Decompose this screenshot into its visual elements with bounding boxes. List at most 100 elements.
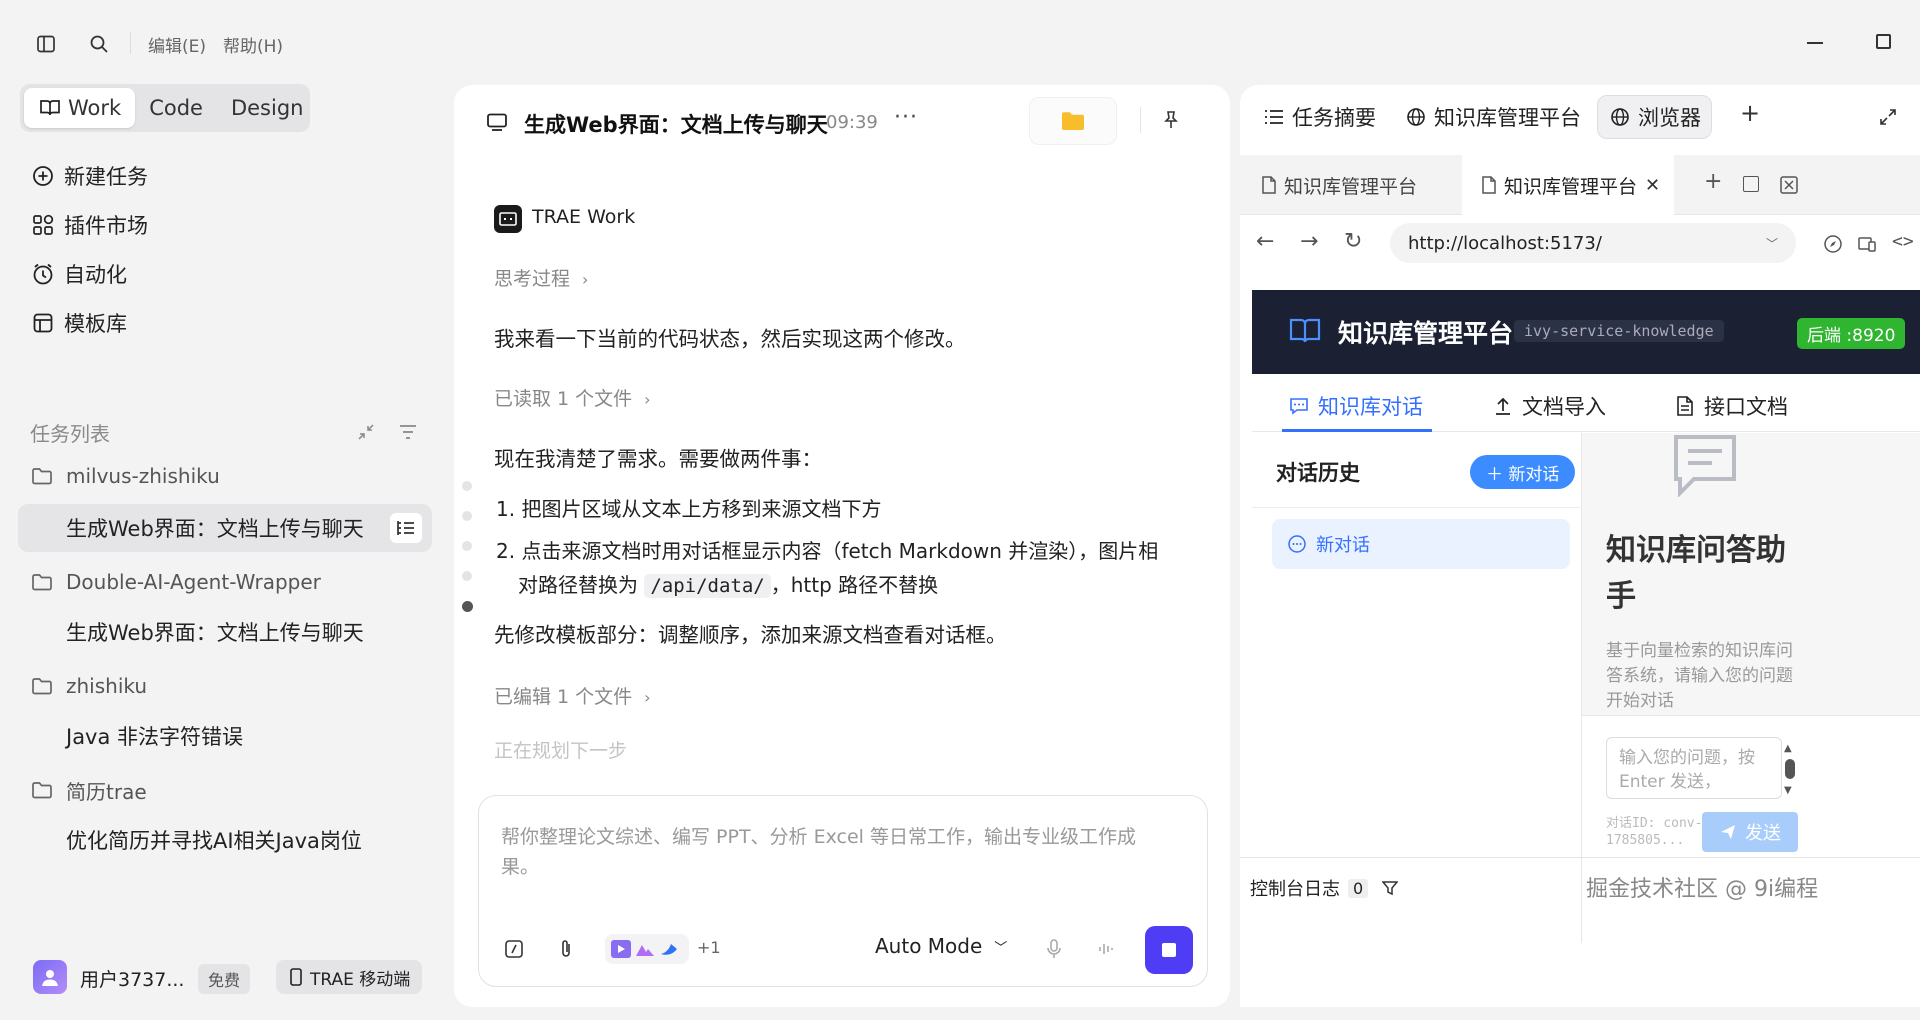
task-folder[interactable]: Double-AI-Agent-Wrapper xyxy=(30,564,321,600)
task-item[interactable]: Java 非法字符错误 xyxy=(66,718,243,754)
close-tab-icon[interactable]: ✕ xyxy=(1645,175,1660,196)
upload-icon xyxy=(1492,395,1514,417)
folder-icon xyxy=(30,570,54,594)
sidebar-toggle-icon[interactable] xyxy=(33,31,59,57)
assistant-title: 知识库问答助 xyxy=(1606,533,1786,568)
scroll-dot[interactable] xyxy=(462,481,472,491)
list-item-continuation: 对路径替换为 /api/data/，http 路径不替换 xyxy=(518,573,939,598)
send-button[interactable]: 发送 xyxy=(1702,812,1798,852)
avatar[interactable] xyxy=(33,960,67,994)
close-window-icon[interactable] xyxy=(1778,174,1800,196)
globe-icon xyxy=(1608,105,1632,129)
devtools-icon[interactable]: <> xyxy=(1892,231,1914,252)
watermark: 掘金技术社区 @ 9i编程 xyxy=(1586,877,1819,902)
scroll-down-icon[interactable]: ▼ xyxy=(1784,785,1792,796)
forward-icon[interactable]: → xyxy=(1300,229,1318,254)
expand-icon[interactable] xyxy=(1876,105,1900,129)
more-icon[interactable]: ··· xyxy=(894,105,918,130)
task-outline-icon[interactable] xyxy=(390,513,422,543)
mobile-app-button[interactable]: TRAE 移动端 xyxy=(276,960,423,994)
task-folder[interactable]: 简历trae xyxy=(30,772,147,808)
voice-wave-icon[interactable] xyxy=(1093,936,1119,962)
nav-automation[interactable]: 自动化 xyxy=(30,254,127,294)
attach-icon[interactable] xyxy=(553,936,579,962)
globe-icon xyxy=(1404,105,1428,129)
task-folder[interactable]: zhishiku xyxy=(30,668,147,704)
minimize-icon[interactable] xyxy=(1807,42,1823,44)
filter-funnel-icon[interactable] xyxy=(1380,878,1400,898)
conversation-item[interactable]: 新对话 xyxy=(1272,519,1570,569)
backend-badge: 后端 :8920 xyxy=(1797,318,1906,349)
read-files-toggle[interactable]: 已读取 1 个文件 › xyxy=(494,383,651,416)
new-browser-tab-icon[interactable]: + xyxy=(1704,169,1722,194)
mode-select[interactable]: Auto Mode ﹀ xyxy=(875,934,1007,958)
folder-open-button[interactable] xyxy=(1029,97,1117,145)
browser-tab[interactable]: 知识库管理平台 xyxy=(1260,155,1417,215)
page-icon xyxy=(1480,175,1498,195)
question-input[interactable]: 输入您的问题，按 Enter 发送， xyxy=(1606,737,1782,799)
menu-help[interactable]: 帮助(H) xyxy=(223,32,283,57)
reload-icon[interactable]: ↻ xyxy=(1344,229,1362,254)
nav-new-task[interactable]: 新建任务 xyxy=(30,156,148,196)
task-item-active[interactable]: 生成Web界面：文档上传与聊天 xyxy=(66,510,364,546)
filter-icon[interactable] xyxy=(396,420,420,444)
mode-design[interactable]: Design xyxy=(217,88,318,128)
inline-code: /api/data/ xyxy=(644,574,771,598)
microphone-icon[interactable] xyxy=(1041,936,1067,962)
search-icon[interactable] xyxy=(86,31,112,57)
pin-icon[interactable] xyxy=(1158,107,1184,133)
task-list-title: 任务列表 xyxy=(30,422,110,446)
scroll-dot[interactable] xyxy=(462,511,472,521)
list-icon xyxy=(1262,105,1286,129)
message-text: 先修改模板部分：调整顺序，添加来源文档查看对话框。 xyxy=(494,623,1007,647)
nav-plugin-market[interactable]: 插件市场 xyxy=(30,205,148,245)
mode-code[interactable]: Code xyxy=(135,88,217,128)
task-item[interactable]: 优化简历并寻找AI相关Java岗位 xyxy=(66,822,362,858)
add-tab-icon[interactable]: + xyxy=(1740,99,1760,127)
console-log-toggle[interactable]: 控制台日志 0 xyxy=(1250,875,1400,901)
app-tab-chat[interactable]: 知识库对话 xyxy=(1288,391,1423,421)
planning-status: 正在规划下一步 xyxy=(494,740,628,762)
plus-circle-icon xyxy=(30,163,56,189)
task-folder[interactable]: milvus-zhishiku xyxy=(30,458,220,494)
chat-input[interactable]: 帮你整理论文综述、编写 PPT、分析 Excel 等日常工作，输出专业级工作成果… xyxy=(501,822,1171,882)
assistant-description: 基于向量检索的知识库问 答系统，请输入您的问题 开始对话 xyxy=(1606,641,1793,711)
scroll-dot-active[interactable] xyxy=(462,601,473,612)
app-tab-import[interactable]: 文档导入 xyxy=(1492,391,1606,421)
user-name[interactable]: 用户3737... xyxy=(80,965,184,992)
mode-work[interactable]: Work xyxy=(24,88,136,128)
phone-icon xyxy=(288,967,304,987)
preview-panel: 任务摘要 知识库管理平台 浏览器 + 知识库管理平台 知识库管理平台 ✕ + ←… xyxy=(1240,85,1920,1007)
thinking-toggle[interactable]: 思考过程 › xyxy=(494,263,588,296)
scroll-dot[interactable] xyxy=(462,541,472,551)
compass-icon[interactable] xyxy=(1822,233,1844,255)
scroll-dot[interactable] xyxy=(462,571,472,581)
scrollbar-thumb[interactable] xyxy=(1785,759,1795,779)
url-dropdown-icon[interactable]: ﹀ xyxy=(1766,235,1778,252)
menu-edit[interactable]: 编辑(E) xyxy=(148,32,206,57)
tab-task-summary[interactable]: 任务摘要 xyxy=(1262,95,1376,139)
task-item[interactable]: 生成Web界面：文档上传与聊天 xyxy=(66,614,364,650)
back-icon[interactable]: ← xyxy=(1256,229,1274,254)
mode-switch: Work Code Design xyxy=(20,84,310,132)
device-icon[interactable] xyxy=(1856,233,1878,255)
book-icon xyxy=(38,96,62,120)
conversation-id: 对话ID: conv- 1785805... xyxy=(1606,816,1703,848)
stop-button[interactable] xyxy=(1145,926,1193,974)
plugins-button[interactable] xyxy=(605,934,689,964)
browser-tab-active[interactable]: 知识库管理平台 ✕ xyxy=(1462,155,1674,215)
app-tab-api-docs[interactable]: 接口文档 xyxy=(1674,391,1788,421)
scroll-up-icon[interactable]: ▲ xyxy=(1784,743,1792,754)
edited-files-toggle[interactable]: 已编辑 1 个文件 › xyxy=(494,681,651,714)
new-chat-button[interactable]: ＋ 新对话 xyxy=(1470,455,1576,489)
split-view-icon[interactable] xyxy=(1743,176,1759,192)
slash-command-icon[interactable] xyxy=(501,936,527,962)
service-badge: ivy-service-knowledge xyxy=(1514,320,1724,342)
tab-browser[interactable]: 浏览器 xyxy=(1597,95,1712,139)
nav-template-library[interactable]: 模板库 xyxy=(30,303,127,343)
tab-knowledge-platform[interactable]: 知识库管理平台 xyxy=(1404,95,1581,139)
active-tab-indicator xyxy=(1282,429,1432,432)
collapse-icon[interactable] xyxy=(354,420,378,444)
url-bar[interactable]: http://localhost:5173/ ﹀ xyxy=(1390,223,1796,263)
maximize-icon[interactable] xyxy=(1876,34,1891,49)
